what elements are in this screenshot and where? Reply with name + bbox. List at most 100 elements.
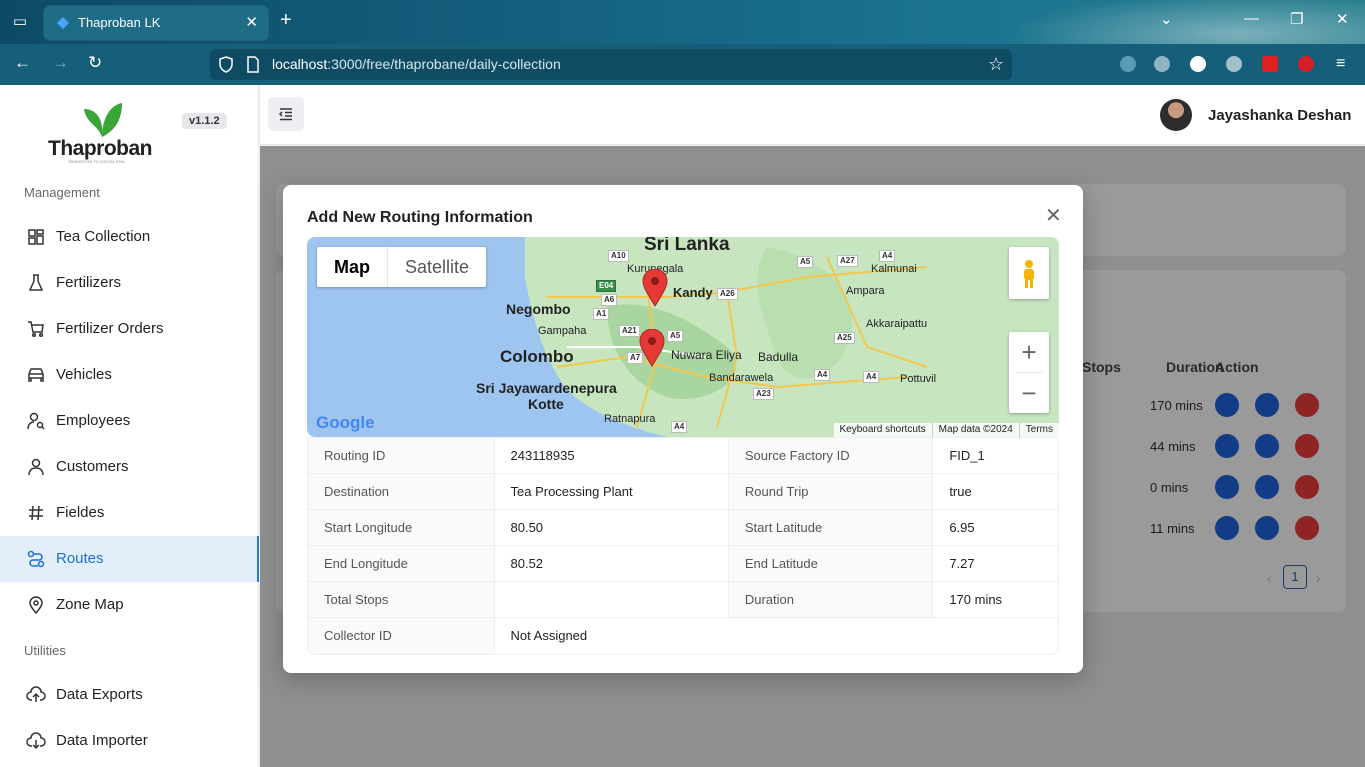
sidebar-item-label: Data Exports	[56, 686, 143, 703]
street-view-pegman-icon[interactable]	[1009, 247, 1049, 299]
detail-value: 80.50	[495, 510, 729, 545]
map-road-badge: A23	[753, 388, 774, 400]
extension-r-icon[interactable]	[1190, 56, 1206, 72]
detail-label: Routing ID	[308, 438, 495, 473]
browser-tab-bar: ▭ Thaproban LK ✕ + ⌄ — ❐ ✕	[0, 0, 1365, 85]
extension-youtube-icon[interactable]	[1262, 56, 1278, 72]
map-marker-icon[interactable]	[639, 329, 665, 367]
sidebar-item-data-exports[interactable]: Data Exports	[0, 672, 259, 718]
extension-play-icon[interactable]	[1298, 56, 1314, 72]
google-logo[interactable]: Google	[316, 413, 375, 433]
menu-collapse-icon	[278, 108, 292, 121]
user-name[interactable]: Jayashanka Deshan	[1208, 107, 1351, 124]
edit-icon[interactable]	[1255, 516, 1279, 540]
sidebar-item-vehicles[interactable]: Vehicles	[0, 352, 259, 398]
sidebar-item-employees[interactable]: Employees	[0, 398, 259, 444]
tab-list-icon[interactable]: ▭	[10, 12, 30, 32]
address-bar[interactable]: localhost:3000/free/thaprobane/daily-col…	[210, 49, 1012, 80]
new-tab-icon[interactable]: +	[280, 9, 292, 32]
shield-icon[interactable]	[218, 56, 234, 73]
detail-value: FID_1	[949, 448, 985, 463]
top-header: Jayashanka Deshan	[260, 85, 1365, 145]
close-tab-icon[interactable]: ✕	[245, 13, 258, 31]
cloud-download-icon	[26, 732, 46, 750]
brand-logo[interactable]: Thaproban TRANSITION TO DIGITAL ERA	[44, 97, 154, 164]
reload-icon[interactable]: ↻	[88, 53, 102, 73]
edit-icon[interactable]	[1255, 393, 1279, 417]
map-type-satellite-button[interactable]: Satellite	[388, 247, 486, 287]
view-icon[interactable]	[1215, 475, 1239, 499]
sidebar-item-customers[interactable]: Customers	[0, 444, 259, 490]
detail-label: Start Latitude	[728, 510, 934, 545]
delete-icon[interactable]	[1295, 434, 1319, 458]
detail-value: Tea Processing Plant	[495, 474, 729, 509]
section-label-management: Management	[24, 185, 100, 200]
pager-next-icon[interactable]: ›	[1316, 570, 1321, 586]
map-type-map-button[interactable]: Map	[317, 247, 388, 287]
sidebar-item-label: Fertilizer Orders	[56, 320, 164, 337]
sidebar-item-tea-collection[interactable]: Tea Collection	[0, 214, 259, 260]
browser-tab[interactable]: Thaproban LK ✕	[44, 6, 268, 40]
sidebar-item-fertilizer-orders[interactable]: Fertilizer Orders	[0, 306, 259, 352]
browser-menu-icon[interactable]: ≡	[1336, 56, 1352, 72]
map-label-place: Kandy	[673, 285, 713, 300]
extension-pocket-icon[interactable]	[1120, 56, 1136, 72]
terms-link[interactable]: Terms	[1018, 423, 1059, 437]
delete-icon[interactable]	[1295, 516, 1319, 540]
details-row: Routing ID 243118935 Source Factory ID F…	[308, 438, 1058, 474]
zoom-out-icon[interactable]: −	[1009, 373, 1049, 413]
map-road-badge: A26	[717, 288, 738, 300]
sidebar-item-label: Tea Collection	[56, 228, 151, 245]
menu-toggle-button[interactable]	[268, 97, 304, 131]
delete-icon[interactable]	[1295, 475, 1319, 499]
map-type-control: Map Satellite	[317, 247, 487, 287]
pager-prev-icon[interactable]: ‹	[1267, 570, 1272, 586]
pager-page-button[interactable]: 1	[1283, 565, 1307, 589]
window-close-icon[interactable]: ✕	[1336, 10, 1349, 28]
sidebar-item-label: Fertilizers	[56, 274, 122, 291]
detail-label: End Longitude	[308, 546, 495, 581]
map-label-place: Kotte	[528, 396, 564, 412]
close-icon[interactable]: ✕	[1045, 203, 1062, 228]
map-label-country: Sri Lanka	[644, 237, 730, 255]
view-icon[interactable]	[1215, 434, 1239, 458]
view-icon[interactable]	[1215, 516, 1239, 540]
zoom-in-icon[interactable]: +	[1009, 332, 1049, 372]
map-road-badge: A10	[608, 250, 629, 262]
sidebar-item-routes[interactable]: Routes	[0, 536, 259, 582]
map-marker-icon[interactable]	[642, 269, 668, 307]
route-map[interactable]: Sri Lanka Kurunegala Kandy Negombo Gampa…	[307, 237, 1059, 437]
tab-menu-chevron-icon[interactable]: ⌄	[1160, 10, 1173, 28]
sidebar-item-fieldes[interactable]: Fieldes	[0, 490, 259, 536]
map-label-place: Akkaraipattu	[866, 318, 928, 330]
map-road-badge: A27	[837, 255, 858, 267]
avatar[interactable]	[1160, 99, 1192, 131]
url-text[interactable]: localhost:3000/free/thaprobane/daily-col…	[272, 56, 561, 72]
detail-value	[495, 582, 729, 617]
back-icon[interactable]: ←	[14, 53, 31, 73]
sidebar-item-zone-map[interactable]: Zone Map	[0, 582, 259, 628]
view-icon[interactable]	[1215, 393, 1239, 417]
sidebar-item-label: Routes	[56, 550, 104, 567]
restore-icon[interactable]: ❐	[1290, 10, 1303, 28]
user-search-icon	[27, 412, 45, 430]
bookmark-star-icon[interactable]: ☆	[988, 54, 1004, 75]
forward-icon[interactable]: →	[52, 53, 69, 73]
details-row: Destination Tea Processing Plant Round T…	[308, 474, 1058, 510]
extension-tools-icon[interactable]	[1154, 56, 1170, 72]
map-label-place: Pottuvil	[900, 373, 937, 385]
edit-icon[interactable]	[1255, 434, 1279, 458]
map-label-place: Sri Jayawardenepura	[476, 380, 617, 396]
minimize-icon[interactable]: —	[1244, 10, 1259, 27]
edit-icon[interactable]	[1255, 475, 1279, 499]
table-header-action: Action	[1215, 359, 1259, 375]
map-label-place: Badulla	[758, 350, 799, 364]
sidebar-item-fertilizers[interactable]: Fertilizers	[0, 260, 259, 306]
map-label-place: Nuwara Eliya	[671, 348, 742, 362]
page-info-icon[interactable]	[246, 56, 260, 73]
keyboard-shortcuts-link[interactable]: Keyboard shortcuts	[834, 423, 932, 437]
sidebar-item-label: Vehicles	[56, 366, 112, 383]
delete-icon[interactable]	[1295, 393, 1319, 417]
sidebar-item-data-importer[interactable]: Data Importer	[0, 718, 259, 764]
extensions-puzzle-icon[interactable]	[1226, 56, 1242, 72]
